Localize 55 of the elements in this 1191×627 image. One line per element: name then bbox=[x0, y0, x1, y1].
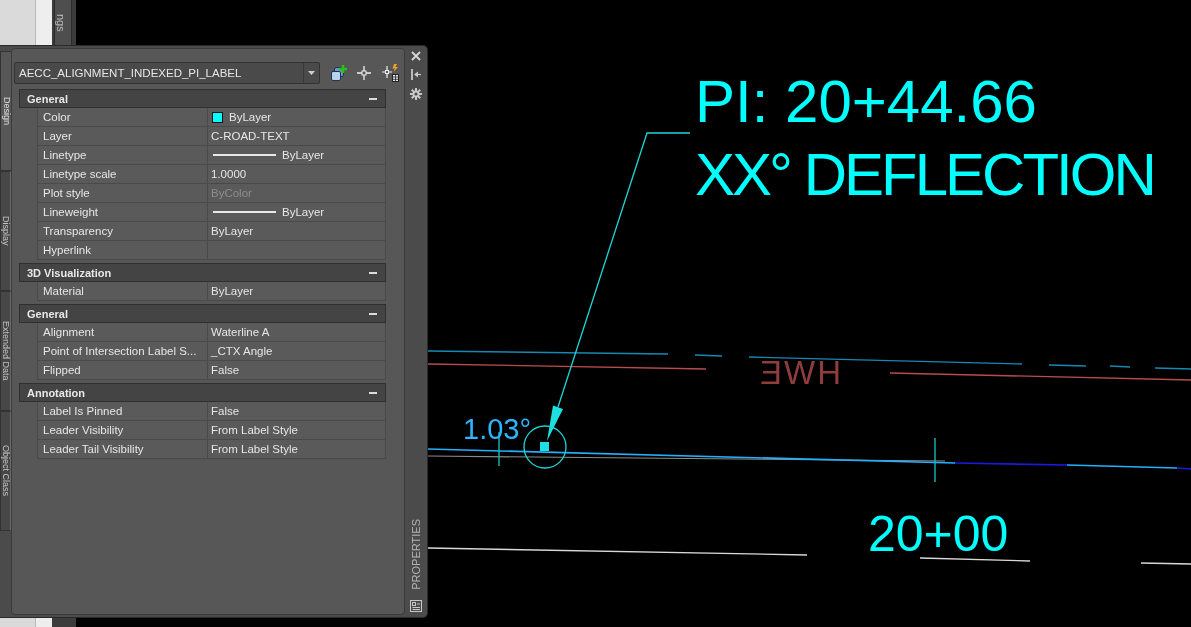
auto-hide-icon[interactable] bbox=[411, 69, 421, 80]
station-tick bbox=[498, 431, 500, 467]
station-label: 20+00 bbox=[868, 506, 1009, 562]
property-label: Linetype scale bbox=[43, 168, 117, 180]
line-sample-icon bbox=[213, 154, 276, 156]
category-header[interactable]: Annotation bbox=[19, 383, 386, 402]
category-header[interactable]: General bbox=[19, 304, 386, 323]
squares-plus-icon[interactable] bbox=[330, 64, 347, 82]
property-label: Plot style bbox=[43, 187, 90, 199]
property-value[interactable]: False bbox=[211, 364, 240, 376]
property-label: Label Is Pinned bbox=[43, 405, 123, 417]
property-label: Layer bbox=[43, 130, 72, 142]
property-value[interactable]: From Label Style bbox=[211, 443, 298, 455]
property-value[interactable]: ByLayer bbox=[211, 225, 254, 237]
pi-label-text: PI: 20+44.66 bbox=[695, 68, 1037, 135]
object-type-dropdown[interactable]: AECC_ALIGNMENT_INDEXED_PI_LABEL bbox=[14, 62, 320, 84]
property-label: Alignment bbox=[43, 326, 95, 338]
property-label: Color bbox=[43, 111, 71, 123]
property-label: Material bbox=[43, 285, 84, 297]
side-tab[interactable]: Design bbox=[0, 51, 11, 171]
property-value[interactable]: ByLayer bbox=[282, 206, 325, 218]
property-value[interactable]: From Label Style bbox=[211, 424, 298, 436]
caret-icon bbox=[308, 71, 315, 75]
crosshair-icon[interactable] bbox=[357, 66, 371, 80]
property-label: Leader Tail Visibility bbox=[43, 443, 144, 455]
property-value[interactable]: Waterline A bbox=[211, 326, 270, 338]
property-value[interactable]: 1.0000 bbox=[211, 168, 247, 180]
property-label: Hyperlink bbox=[43, 244, 91, 256]
property-label: Transparency bbox=[43, 225, 113, 237]
property-label: Leader Visibility bbox=[43, 424, 124, 436]
side-tab[interactable]: Display bbox=[0, 171, 11, 291]
palette-tab[interactable]: ngs bbox=[54, 0, 72, 47]
side-tab[interactable]: Object Class bbox=[0, 411, 11, 531]
property-label: Lineweight bbox=[43, 206, 98, 218]
property-label: Linetype bbox=[43, 149, 87, 161]
property-label: Point of Intersection Label S... bbox=[43, 345, 197, 357]
angle-label: 1.03° bbox=[463, 413, 532, 445]
category-header[interactable]: 3D Visualization bbox=[19, 263, 386, 282]
crosshair-bolt-icon[interactable] bbox=[381, 64, 399, 82]
property-value[interactable]: C-ROAD-TEXT bbox=[211, 130, 290, 142]
property-label: Flipped bbox=[43, 364, 81, 376]
close-icon[interactable] bbox=[411, 51, 421, 61]
property-value[interactable]: False bbox=[211, 405, 240, 417]
palette-title: PROPERTIES bbox=[410, 519, 422, 590]
line-sample-icon bbox=[213, 211, 276, 213]
property-value[interactable]: ByLayer bbox=[229, 111, 272, 123]
drawing-text: ƎWH bbox=[760, 354, 843, 391]
settings-icon[interactable] bbox=[410, 88, 422, 100]
property-value[interactable]: _CTX Angle bbox=[211, 345, 273, 357]
category-header[interactable]: General bbox=[19, 89, 386, 108]
list-box-icon[interactable] bbox=[410, 600, 422, 612]
pi-label-text: XX° DEFLECTION bbox=[695, 141, 1154, 208]
property-value[interactable]: ByLayer bbox=[211, 285, 254, 297]
station-tick bbox=[934, 437, 936, 483]
property-value[interactable]: ByLayer bbox=[282, 149, 325, 161]
